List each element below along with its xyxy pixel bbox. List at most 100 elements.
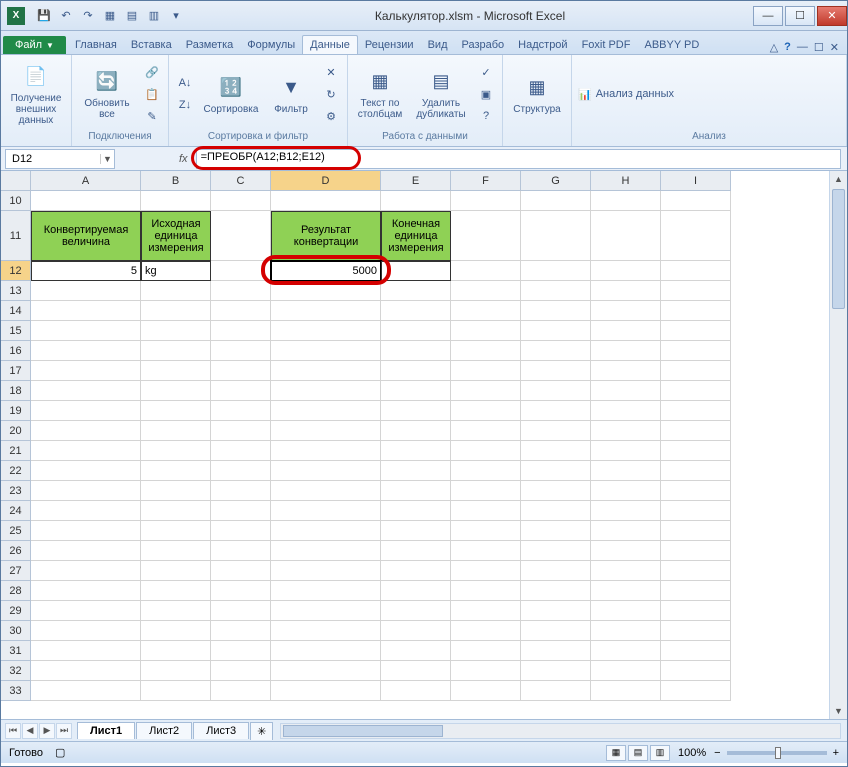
reapply-icon[interactable]: ↻ [321, 84, 341, 104]
row-header[interactable]: 15 [1, 321, 31, 341]
cell[interactable] [31, 621, 141, 641]
tab-abbyy[interactable]: ABBYY PD [637, 36, 706, 54]
cell[interactable] [141, 381, 211, 401]
cell[interactable] [271, 541, 381, 561]
cell[interactable] [31, 341, 141, 361]
cell[interactable] [521, 581, 591, 601]
cell[interactable] [591, 641, 661, 661]
cell[interactable] [521, 381, 591, 401]
zoom-out-icon[interactable]: − [714, 747, 720, 759]
row-headers[interactable]: 1011121314151617181920212223242526272829… [1, 191, 31, 701]
row-header[interactable]: 18 [1, 381, 31, 401]
cell[interactable] [661, 661, 731, 681]
cell[interactable] [521, 211, 591, 261]
text-to-columns-button[interactable]: ▦Текст по столбцам [354, 61, 406, 127]
cell[interactable] [381, 281, 451, 301]
column-header[interactable]: B [141, 171, 211, 191]
cell[interactable]: kg [141, 261, 211, 281]
tab-formulas[interactable]: Формулы [240, 36, 302, 54]
cell[interactable] [591, 461, 661, 481]
row-header[interactable]: 16 [1, 341, 31, 361]
cell[interactable]: 5000 [271, 261, 381, 281]
cell[interactable] [211, 501, 271, 521]
cell[interactable] [31, 661, 141, 681]
cell[interactable] [271, 561, 381, 581]
cell[interactable] [381, 421, 451, 441]
doc-restore-icon[interactable]: ☐ [814, 41, 824, 54]
cell[interactable] [211, 601, 271, 621]
cell[interactable] [451, 581, 521, 601]
cell[interactable] [271, 381, 381, 401]
cell[interactable] [31, 581, 141, 601]
row-header[interactable]: 13 [1, 281, 31, 301]
cell[interactable] [381, 561, 451, 581]
row-header[interactable]: 30 [1, 621, 31, 641]
cell[interactable] [271, 521, 381, 541]
cell[interactable] [211, 521, 271, 541]
cell[interactable] [211, 301, 271, 321]
advanced-icon[interactable]: ⚙ [321, 106, 341, 126]
tab-developer[interactable]: Разрабо [455, 36, 512, 54]
cell[interactable] [271, 321, 381, 341]
tab-foxit[interactable]: Foxit PDF [575, 36, 638, 54]
doc-minimize-icon[interactable]: — [797, 41, 808, 54]
row-header[interactable]: 12 [1, 261, 31, 281]
cell[interactable] [451, 281, 521, 301]
consolidate-icon[interactable]: ▣ [476, 84, 496, 104]
cell[interactable] [661, 341, 731, 361]
cell[interactable] [381, 261, 451, 281]
cell[interactable] [211, 381, 271, 401]
scroll-thumb[interactable] [832, 189, 845, 309]
cell[interactable] [451, 601, 521, 621]
cell[interactable] [381, 341, 451, 361]
cell[interactable]: 5 [31, 261, 141, 281]
properties-icon[interactable]: 📋 [142, 84, 162, 104]
cell[interactable] [381, 541, 451, 561]
column-header[interactable]: C [211, 171, 271, 191]
cell[interactable] [451, 361, 521, 381]
cell[interactable] [141, 501, 211, 521]
zoom-slider[interactable] [727, 751, 827, 755]
cell[interactable] [271, 361, 381, 381]
cell[interactable] [381, 501, 451, 521]
clear-icon[interactable]: ✕ [321, 62, 341, 82]
sheet-tab[interactable]: Лист3 [193, 722, 249, 739]
row-header[interactable]: 22 [1, 461, 31, 481]
cell[interactable] [591, 421, 661, 441]
cell[interactable] [521, 621, 591, 641]
cell[interactable] [211, 211, 271, 261]
cell[interactable]: Конечная единица измерения [381, 211, 451, 261]
editlinks-icon[interactable]: ✎ [142, 106, 162, 126]
cell[interactable] [521, 461, 591, 481]
cell[interactable] [271, 401, 381, 421]
cell[interactable] [211, 401, 271, 421]
cell[interactable] [31, 281, 141, 301]
cell[interactable] [591, 341, 661, 361]
cell[interactable] [381, 301, 451, 321]
cell[interactable] [591, 441, 661, 461]
cell[interactable] [141, 281, 211, 301]
cell[interactable] [31, 501, 141, 521]
cell[interactable] [451, 681, 521, 701]
cell[interactable] [381, 481, 451, 501]
sheet-tab[interactable]: Лист2 [136, 722, 192, 739]
cell[interactable] [591, 601, 661, 621]
cell[interactable] [521, 341, 591, 361]
cell[interactable] [521, 521, 591, 541]
scroll-thumb[interactable] [283, 725, 443, 737]
cell[interactable] [521, 281, 591, 301]
file-tab[interactable]: Файл▼ [3, 36, 66, 54]
connections-icon[interactable]: 🔗 [142, 62, 162, 82]
cell[interactable] [661, 541, 731, 561]
cell[interactable]: Конвертируемая величина [31, 211, 141, 261]
close-button[interactable]: ✕ [817, 6, 847, 26]
cell[interactable] [591, 281, 661, 301]
cell[interactable] [271, 461, 381, 481]
cell[interactable] [661, 361, 731, 381]
cell[interactable] [451, 261, 521, 281]
cell[interactable] [661, 401, 731, 421]
cell[interactable] [271, 581, 381, 601]
cell[interactable] [271, 341, 381, 361]
name-box[interactable]: D12 ▼ [5, 149, 115, 169]
row-header[interactable]: 17 [1, 361, 31, 381]
